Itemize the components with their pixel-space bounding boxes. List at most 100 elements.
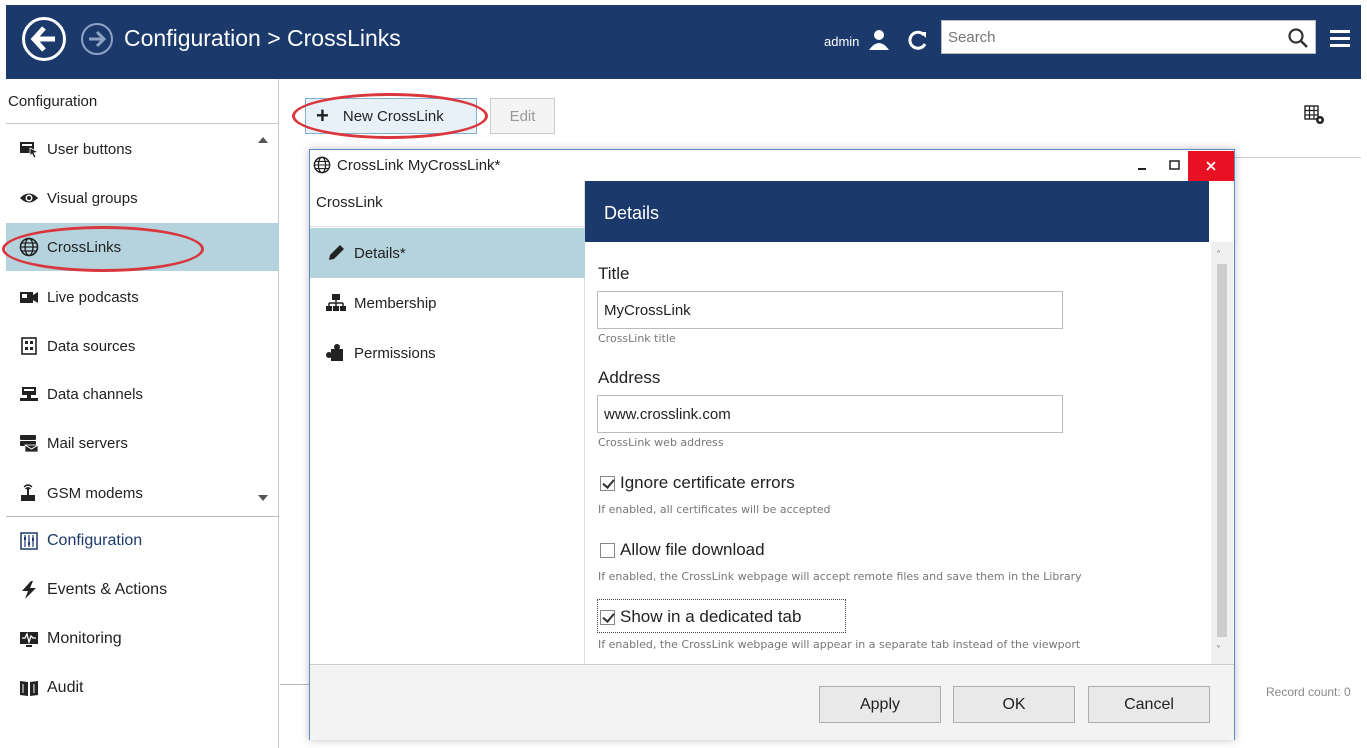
cancel-button[interactable]: Cancel [1088, 686, 1210, 723]
allow-download-checkbox[interactable]: Allow file download [600, 540, 765, 560]
sidebar-item-label: GSM modems [47, 484, 143, 502]
dialog-nav-membership[interactable]: Membership [310, 278, 585, 328]
title-label: Title [598, 264, 630, 283]
checkbox-label: Ignore certificate errors [620, 473, 795, 492]
top-bar: Configuration > CrossLinks admin [6, 5, 1361, 79]
sidebar-item-label: Data channels [47, 385, 143, 403]
close-icon [1206, 161, 1216, 171]
sidebar-section-label: Configuration [47, 532, 143, 549]
sidebar-item-label: Mail servers [47, 434, 128, 452]
search-box [941, 20, 1316, 54]
footer-divider [280, 684, 310, 685]
grid-settings-icon[interactable] [1304, 104, 1326, 126]
dialog-nav-details[interactable]: Details* [310, 228, 585, 278]
checkbox-checked[interactable] [600, 475, 615, 491]
search-icon[interactable] [1287, 27, 1309, 49]
sidebar-section-label: Events & Actions [47, 581, 168, 598]
sidebar-section-label: Monitoring [47, 630, 122, 647]
eye-icon [20, 193, 38, 203]
allow-download-hint: If enabled, the CrossLink webpage will a… [598, 570, 1082, 583]
apply-button[interactable]: Apply [819, 686, 941, 723]
crosslink-dialog: CrossLink MyCrossLink* CrossLink Details… [309, 149, 1235, 740]
data-source-icon [21, 337, 37, 355]
dialog-title: CrossLink MyCrossLink* [337, 157, 501, 174]
dialog-titlebar[interactable]: CrossLink MyCrossLink* [310, 150, 1234, 181]
sidebar: Configuration User buttons Visual groups… [6, 79, 279, 748]
dialog-nav-label: Details* [354, 244, 406, 262]
refresh-icon[interactable] [907, 29, 929, 51]
sidebar-section-events-actions[interactable]: Events & Actions [6, 566, 279, 614]
sidebar-item-data-channels[interactable]: Data channels [6, 370, 279, 418]
sidebar-item-mail-servers[interactable]: Mail servers [6, 419, 279, 467]
user-icon[interactable] [867, 28, 891, 52]
checkbox-checked[interactable] [600, 609, 615, 625]
page-title: Configuration > CrossLinks [124, 25, 401, 51]
sidebar-item-visual-groups[interactable]: Visual groups [6, 174, 279, 222]
dedicated-tab-checkbox[interactable]: Show in a dedicated tab [600, 607, 801, 627]
edit-button[interactable]: Edit [490, 98, 555, 134]
highlight-ring [2, 226, 204, 272]
close-button[interactable] [1188, 151, 1234, 181]
address-input[interactable] [597, 395, 1063, 433]
sidebar-section-monitoring[interactable]: Monitoring [6, 615, 279, 663]
sidebar-item-label: Visual groups [47, 189, 138, 207]
minimize-icon[interactable] [1132, 155, 1152, 175]
sidebar-section-label: Audit [47, 679, 84, 696]
podcast-icon [20, 292, 38, 303]
scroll-down-arrow[interactable] [258, 495, 268, 501]
sidebar-item-user-buttons[interactable]: User buttons [6, 125, 279, 173]
maximize-icon[interactable] [1165, 155, 1185, 175]
book-icon [20, 681, 38, 696]
scroll-up-icon[interactable]: ˄ [1216, 250, 1221, 261]
sidebar-item-data-sources[interactable]: Data sources [6, 322, 279, 370]
title-input[interactable] [597, 291, 1063, 329]
checkbox-label: Show in a dedicated tab [620, 607, 802, 626]
list-divider [1230, 157, 1361, 158]
forward-button[interactable] [81, 23, 113, 55]
dialog-nav-permissions[interactable]: Permissions [310, 328, 585, 378]
dialog-nav-label: Permissions [354, 344, 436, 362]
user-name[interactable]: admin [824, 34, 859, 49]
sidebar-item-label: User buttons [47, 140, 133, 158]
modem-icon [21, 484, 35, 501]
pencil-icon [329, 245, 344, 260]
ok-button[interactable]: OK [953, 686, 1075, 723]
details-scrollbar[interactable]: ˄ ˅ [1211, 242, 1233, 664]
ignore-cert-hint: If enabled, all certificates will be acc… [598, 503, 831, 516]
menu-icon[interactable] [1328, 26, 1352, 50]
record-count: Record count: 0 [1266, 685, 1351, 699]
monitoring-icon [20, 632, 38, 647]
mail-server-icon [20, 435, 39, 453]
checkbox-unchecked[interactable] [600, 542, 615, 558]
dialog-nav: CrossLink Details* Membership Permission… [310, 181, 585, 664]
sidebar-section-configuration[interactable]: Configuration [6, 517, 279, 565]
data-channel-icon [20, 387, 38, 401]
details-panel: Details ˄ ˅ Title CrossLink title Addres… [585, 181, 1234, 664]
arrow-right-icon [89, 30, 107, 48]
sidebar-item-live-podcasts[interactable]: Live podcasts [6, 273, 279, 321]
sidebar-section-audit[interactable]: Audit [6, 664, 279, 712]
user-buttons-icon [20, 142, 39, 159]
configuration-icon [20, 532, 38, 550]
scroll-thumb[interactable] [1217, 264, 1227, 637]
highlight-ring [292, 93, 488, 139]
ignore-cert-checkbox[interactable]: Ignore certificate errors [600, 473, 795, 493]
title-hint: CrossLink title [598, 332, 676, 345]
sidebar-item-label: Live podcasts [47, 288, 139, 306]
dialog-footer: Apply OK Cancel [310, 664, 1234, 740]
address-hint: CrossLink web address [598, 436, 724, 449]
membership-icon [326, 294, 346, 311]
scroll-down-icon[interactable]: ˅ [1216, 645, 1221, 656]
dialog-nav-label: Membership [354, 294, 437, 312]
lightning-icon [22, 581, 36, 599]
search-input[interactable] [942, 21, 1262, 53]
sidebar-heading: Configuration [6, 79, 279, 124]
globe-icon [313, 156, 331, 174]
sidebar-item-gsm-modems[interactable]: GSM modems [6, 469, 279, 517]
address-label: Address [598, 368, 661, 387]
dedicated-tab-hint: If enabled, the CrossLink webpage will a… [598, 638, 1081, 651]
checkbox-label: Allow file download [620, 540, 765, 559]
dialog-nav-heading: CrossLink [310, 181, 585, 227]
permissions-icon [326, 344, 343, 361]
back-button[interactable] [22, 17, 66, 61]
